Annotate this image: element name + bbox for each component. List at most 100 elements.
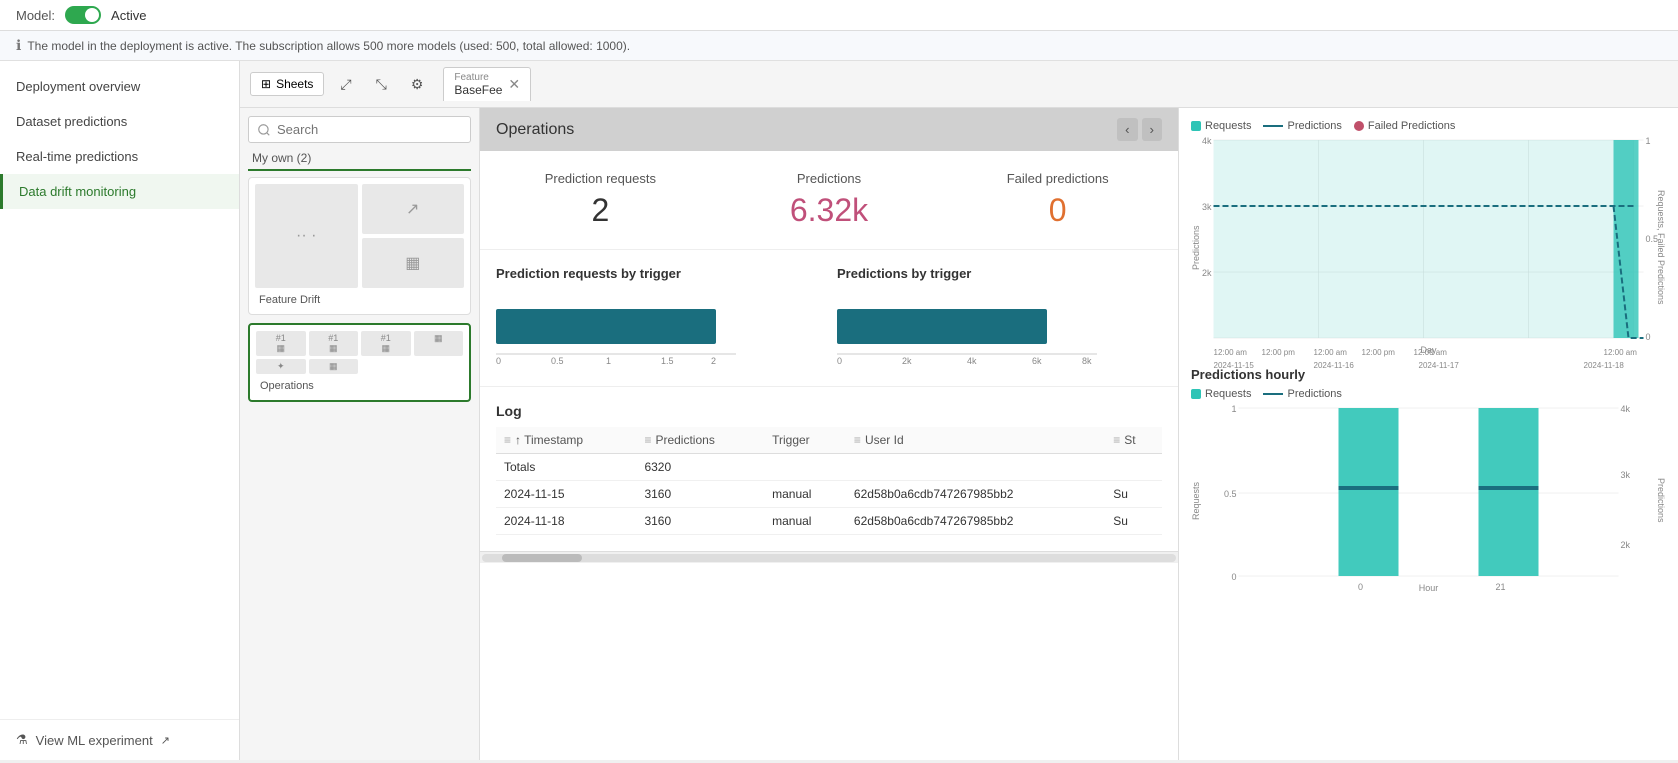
svg-text:2k: 2k — [1202, 268, 1212, 278]
sheets-button[interactable]: ⊞ Sheets — [250, 72, 324, 96]
requests-bar-svg: 0 0.5 1 1.5 2 — [496, 299, 736, 359]
col-timestamp[interactable]: ≡↑ Timestamp — [496, 427, 636, 454]
col-status[interactable]: ≡St — [1105, 427, 1162, 454]
sidebar-item-dataset[interactable]: Dataset predictions — [0, 104, 239, 139]
y-axis-right-label: Requests, Failed Predictions — [1652, 140, 1666, 355]
svg-text:8k: 8k — [1082, 356, 1092, 366]
operations-card[interactable]: #1▦ #1▦ #1▦ ▦ ✦ ▦ Operations — [248, 323, 471, 402]
top-chart-legend: Requests Predictions Failed Predictions — [1191, 120, 1666, 132]
svg-text:0.5: 0.5 — [551, 356, 564, 366]
svg-text:0: 0 — [1231, 572, 1236, 582]
bottom-legend-requests-label: Requests — [1205, 388, 1251, 400]
drift-thumb-bar: ▦ — [362, 238, 465, 288]
ops-thumb-2: #1▦ — [309, 331, 359, 356]
svg-text:3k: 3k — [1621, 470, 1631, 480]
svg-text:0: 0 — [496, 356, 501, 366]
panel-prev-btn[interactable]: ‹ — [1117, 118, 1137, 141]
col-predictions[interactable]: ≡Predictions — [636, 427, 764, 454]
bar-chart-icon: ▦ — [405, 253, 420, 273]
legend-requests-icon — [1191, 121, 1201, 131]
table-row[interactable]: 2024-11-18 3160 manual 62d58b0a6cdb74726… — [496, 508, 1162, 535]
sidebar-item-drift[interactable]: Data drift monitoring — [0, 174, 239, 209]
svg-text:2024-11-16: 2024-11-16 — [1314, 361, 1355, 370]
svg-text:2k: 2k — [902, 356, 912, 366]
col-userid[interactable]: ≡User Id — [846, 427, 1105, 454]
scrollbar-thumb[interactable] — [502, 554, 582, 562]
svg-text:0: 0 — [1646, 332, 1651, 342]
move-tool-btn[interactable]: ⤡ — [368, 71, 395, 98]
stat-failed: Failed predictions 0 — [953, 171, 1162, 229]
panels: My own (2) ·· · ↗ ▦ Feature D — [240, 108, 1678, 760]
requests-chart-title: Prediction requests by trigger — [496, 266, 821, 281]
sidebar-view-ml[interactable]: ⚗ View ML experiment ↗ — [0, 719, 239, 760]
sheets-label: Sheets — [276, 77, 313, 91]
sidebar-item-realtime[interactable]: Real-time predictions — [0, 139, 239, 174]
bottom-chart-section: Predictions hourly Requests Predictions … — [1191, 367, 1666, 593]
stat-pr-label: Prediction requests — [496, 171, 705, 186]
legend-requests-label: Requests — [1205, 120, 1251, 132]
operations-name: Operations — [256, 378, 463, 394]
stats-row: Prediction requests 2 Predictions 6.32k … — [480, 151, 1178, 250]
table-row[interactable]: 2024-11-15 3160 manual 62d58b0a6cdb74726… — [496, 481, 1162, 508]
y-axis-left-label: Predictions — [1191, 140, 1205, 355]
main-panel: Operations ‹ › Prediction requests 2 Pre… — [480, 108, 1178, 760]
drift-thumb-line: ↗ — [362, 184, 465, 234]
row1-userid: 62d58b0a6cdb747267985bb2 — [846, 481, 1105, 508]
legend-requests: Requests — [1191, 120, 1251, 132]
row1-timestamp: 2024-11-15 — [496, 481, 636, 508]
active-status: Active — [111, 8, 146, 23]
svg-text:2024-11-17: 2024-11-17 — [1419, 361, 1460, 370]
tab-close-icon[interactable]: ✕ — [508, 76, 520, 93]
log-section: Log ≡↑ Timestamp ≡Predictions Trigger ≡U… — [480, 387, 1178, 551]
stat-p-value: 6.32k — [725, 192, 934, 229]
requests-by-trigger-chart: Prediction requests by trigger 0 0.5 1 1… — [496, 266, 821, 370]
svg-text:12:00 pm: 12:00 pm — [1262, 348, 1296, 357]
row2-status: Su — [1105, 508, 1162, 535]
settings-tool-btn[interactable]: ⚙ — [403, 71, 432, 98]
model-label: Model: — [16, 8, 55, 23]
select-tool-btn[interactable]: ⤢ — [332, 71, 359, 98]
flask-icon: ⚗ — [16, 732, 28, 748]
drift-thumb-scatter: ·· · — [255, 184, 358, 288]
feature-drift-card[interactable]: ·· · ↗ ▦ Feature Drift — [248, 177, 471, 315]
svg-text:0: 0 — [837, 356, 842, 366]
legend-failed-label: Failed Predictions — [1368, 120, 1455, 132]
row1-predictions: 3160 — [636, 481, 764, 508]
bottom-legend-predictions: Predictions — [1263, 388, 1341, 400]
sidebar-nav: Deployment overview Dataset predictions … — [0, 61, 239, 217]
ops-thumb-1: #1▦ — [256, 331, 306, 356]
svg-text:0: 0 — [1358, 582, 1363, 592]
sidebar-item-deployment[interactable]: Deployment overview — [0, 69, 239, 104]
panel-next-btn[interactable]: › — [1142, 118, 1162, 141]
ops-thumb-5: ✦ — [256, 359, 306, 374]
svg-text:1.5: 1.5 — [661, 356, 674, 366]
bottom-legend-requests: Requests — [1191, 388, 1251, 400]
stat-pr-value: 2 — [496, 192, 705, 229]
search-input[interactable] — [248, 116, 471, 143]
svg-text:4k: 4k — [1621, 404, 1631, 414]
col-trigger[interactable]: Trigger — [764, 427, 846, 454]
totals-row: Totals 6320 — [496, 454, 1162, 481]
bottom-chart-x-axis-label: Hour — [1205, 583, 1652, 593]
svg-text:2024-11-18: 2024-11-18 — [1584, 361, 1625, 370]
active-toggle[interactable] — [65, 6, 101, 24]
svg-text:12:00 am: 12:00 am — [1604, 348, 1638, 357]
legend-predictions: Predictions — [1263, 120, 1341, 132]
row2-trigger: manual — [764, 508, 846, 535]
stat-prediction-requests: Prediction requests 2 — [496, 171, 705, 229]
stat-p-label: Predictions — [725, 171, 934, 186]
external-link-icon: ↗ — [161, 734, 170, 747]
feature-tab[interactable]: Feature BaseFee ✕ — [443, 67, 531, 101]
bottom-y-left-label: Requests — [1191, 408, 1205, 593]
bottom-chart-svg: 1 0.5 0 4k 3k — [1205, 408, 1652, 578]
row1-trigger: manual — [764, 481, 846, 508]
scatter-icon: ·· · — [296, 227, 316, 245]
svg-text:1: 1 — [606, 356, 611, 366]
tab-feature-value: BaseFee — [454, 83, 502, 97]
svg-text:1: 1 — [1231, 404, 1236, 414]
svg-text:2k: 2k — [1621, 540, 1631, 550]
horizontal-scrollbar[interactable] — [480, 551, 1178, 563]
svg-text:12:00 am: 12:00 am — [1214, 348, 1248, 357]
left-panel: My own (2) ·· · ↗ ▦ Feature D — [240, 108, 480, 760]
top-bar: Model: Active — [0, 0, 1678, 31]
